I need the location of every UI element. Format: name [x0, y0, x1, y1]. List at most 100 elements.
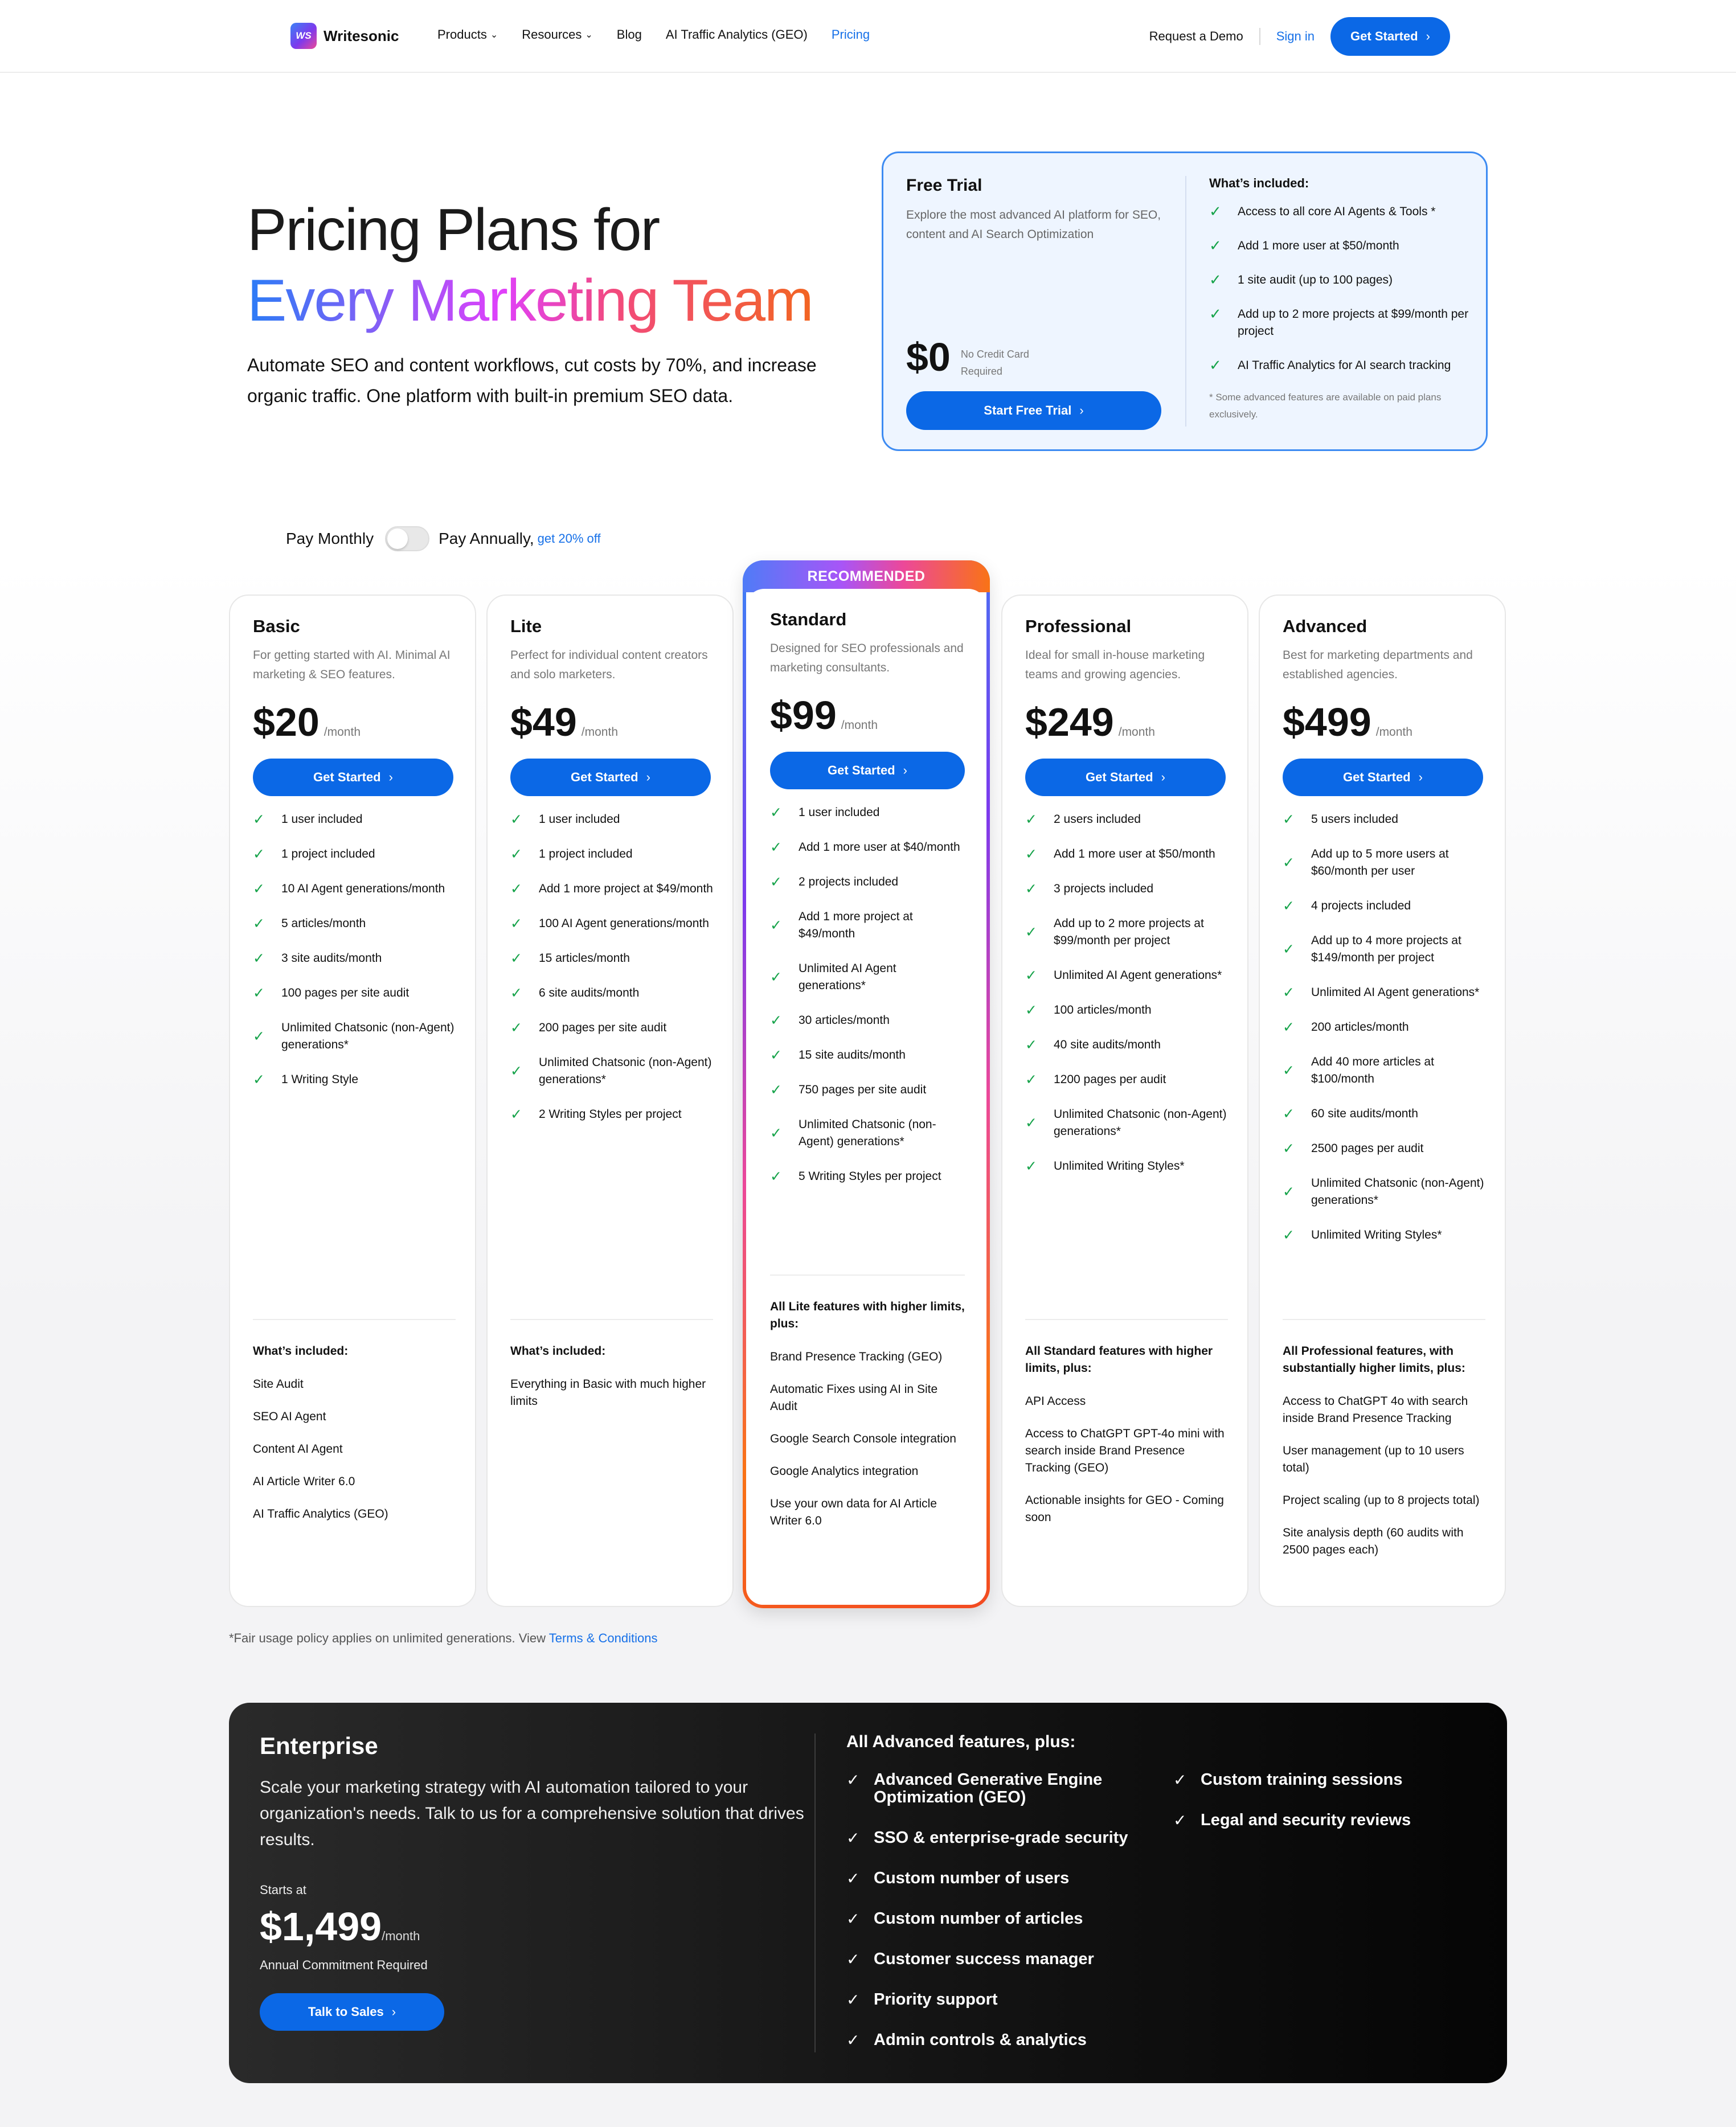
enterprise-description: Scale your marketing strategy with AI au…: [260, 1778, 804, 1849]
nav-link-ai-traffic-analytics[interactable]: AI Traffic Analytics (GEO): [666, 27, 808, 42]
plan-price: $99/month: [770, 692, 965, 738]
plan-feature-list: ✓ 2 users included ✓ Add 1 more user at $50…: [1025, 811, 1228, 1175]
nav-link-products[interactable]: Products ⌄: [437, 27, 498, 42]
free-trial-card: Free Trial Explore the most advanced AI …: [882, 151, 1488, 451]
list-item: ✓ 1 user included: [253, 811, 456, 828]
list-item-text: Unlimited Chatsonic (non-Agent) generati…: [539, 1056, 712, 1086]
list-item-text: 100 pages per site audit: [281, 986, 410, 999]
billing-period-toggle[interactable]: [385, 526, 430, 551]
nav-link-pricing[interactable]: Pricing: [832, 27, 870, 42]
check-icon: ✓: [253, 916, 265, 932]
get-started-button[interactable]: Get Started ›: [770, 752, 965, 789]
plan-included-heading: What’s included:: [510, 1345, 606, 1358]
list-item-text: Legal and security reviews: [1201, 1811, 1411, 1829]
list-item: ✓ Unlimited AI Agent generations*: [1283, 984, 1485, 1001]
list-item-text: Custom number of users: [874, 1869, 1070, 1887]
request-demo-link[interactable]: Request a Demo: [1149, 29, 1243, 44]
check-icon: ✓: [1025, 1002, 1037, 1018]
list-item: ✓ 3 projects included: [1025, 880, 1228, 897]
list-item-text: Add 1 more user at $50/month: [1238, 239, 1399, 252]
list-item: ✓ Access to all core AI Agents & Tools *: [1209, 203, 1471, 220]
get-started-button[interactable]: Get Started ›: [253, 759, 453, 796]
check-icon: ✓: [253, 881, 265, 897]
plan-card-standard: RECOMMENDED Standard Designed for SEO prof…: [743, 560, 990, 1608]
check-icon: ✓: [846, 1771, 860, 1789]
check-icon: ✓: [1025, 1158, 1037, 1174]
list-item: ✓ 60 site audits/month: [1283, 1105, 1485, 1122]
plan-header: Lite Perfect for individual content creat…: [510, 616, 713, 1141]
list-item: Use your own data for AI Article Writer …: [770, 1497, 937, 1527]
list-item: ✓ Add up to 4 more projects at $149/month…: [1283, 932, 1485, 966]
list-item-text: Advanced Generative Engine Optimization …: [874, 1771, 1103, 1806]
plan-included-heading: All Standard features with higher limits…: [1025, 1345, 1213, 1375]
plan-header: Professional Ideal for small in-house mar…: [1025, 616, 1228, 1192]
writesonic-logo[interactable]: WS Writesonic: [290, 23, 399, 49]
list-item-text: 2 projects included: [799, 875, 899, 888]
list-item-text: 15 site audits/month: [799, 1048, 906, 1062]
list-item: ✓ 15 articles/month: [510, 950, 713, 967]
list-item-text: Priority support: [874, 1990, 998, 2009]
start-free-trial-button[interactable]: Start Free Trial ›: [906, 391, 1161, 430]
list-item: Access to ChatGPT GPT-4o mini with searc…: [1025, 1427, 1225, 1474]
nav-link-resources[interactable]: Resources ⌄: [522, 27, 593, 42]
page-title-line-1: Pricing Plans for: [247, 197, 660, 263]
check-icon: ✓: [1283, 1227, 1295, 1243]
list-item-text: 100 AI Agent generations/month: [539, 917, 709, 930]
free-trial-included: What’s included: ✓ Access to all core AI …: [1209, 176, 1471, 423]
list-item: ✓ 6 site audits/month: [510, 985, 713, 1002]
enterprise-features-col-2: ✓ Custom training sessions ✓ Legal and secu…: [1173, 1771, 1469, 1852]
button-label: Get Started: [1350, 29, 1418, 43]
get-started-button[interactable]: Get Started ›: [510, 759, 711, 796]
check-icon: ✓: [1283, 1141, 1295, 1157]
free-trial-summary: Free Trial Explore the most advanced AI …: [906, 176, 1162, 244]
pay-monthly-label[interactable]: Pay Monthly: [286, 530, 374, 548]
list-item: ✓ 200 pages per site audit: [510, 1019, 713, 1036]
list-item-text: Unlimited Chatsonic (non-Agent) generati…: [1054, 1108, 1227, 1138]
chevron-right-icon: ›: [1161, 770, 1165, 784]
check-icon: ✓: [1025, 1115, 1037, 1131]
list-item: Actionable insights for GEO - Coming soo…: [1025, 1494, 1224, 1524]
free-trial-price-note: No Credit Card Required: [960, 349, 1029, 377]
pay-annually-label[interactable]: Pay Annually,: [439, 530, 534, 548]
list-item: Project scaling (up to 8 projects total): [1283, 1494, 1480, 1507]
plan-feature-list: ✓ 1 user included ✓ 1 project included ✓ 10 A…: [253, 811, 456, 1088]
plan-price-amount: $20: [253, 700, 320, 744]
nav-get-started-button[interactable]: Get Started ›: [1330, 17, 1450, 56]
list-item-text: 200 pages per site audit: [539, 1021, 667, 1034]
list-item-text: 1200 pages per audit: [1054, 1073, 1166, 1086]
plan-card-lite: Lite Perfect for individual content creat…: [486, 595, 734, 1607]
talk-to-sales-button[interactable]: Talk to Sales ›: [260, 1993, 444, 2031]
plan-description: Ideal for small in-house marketing teams…: [1025, 649, 1205, 681]
check-icon: ✓: [846, 1910, 860, 1928]
plan-header: Advanced Best for marketing departments a…: [1283, 616, 1485, 1261]
list-item-text: 30 articles/month: [799, 1014, 890, 1027]
list-item: ✓ Custom training sessions: [1173, 1771, 1469, 1789]
chevron-right-icon: ›: [1418, 770, 1423, 784]
check-icon: ✓: [1025, 812, 1037, 827]
list-item: ✓ Admin controls & analytics: [846, 2031, 1143, 2050]
get-started-button[interactable]: Get Started ›: [1025, 759, 1226, 796]
plan-price-amount: $249: [1025, 700, 1114, 744]
list-item: ✓ 1200 pages per audit: [1025, 1071, 1228, 1088]
sign-in-link[interactable]: Sign in: [1276, 29, 1315, 44]
divider: [253, 1319, 456, 1320]
check-icon: ✓: [770, 1169, 782, 1185]
list-item-text: 5 Writing Styles per project: [799, 1170, 941, 1183]
chevron-down-icon: ⌄: [585, 30, 593, 40]
plan-included-heading: What’s included:: [253, 1345, 349, 1358]
get-started-button[interactable]: Get Started ›: [1283, 759, 1483, 796]
plan-price: $49/month: [510, 699, 713, 745]
nav-link-blog[interactable]: Blog: [617, 27, 642, 42]
top-navbar: WS Writesonic Products ⌄ Resources ⌄ Blog …: [0, 0, 1736, 73]
list-item: ✓ Customer success manager: [846, 1950, 1143, 1969]
list-item: ✓ 10 AI Agent generations/month: [253, 880, 456, 897]
list-item-text: Unlimited AI Agent generations*: [1054, 969, 1222, 982]
list-item-text: AI Traffic Analytics for AI search track…: [1238, 359, 1451, 372]
list-item-text: Unlimited Writing Styles*: [1311, 1228, 1442, 1241]
check-icon: ✓: [510, 1106, 522, 1122]
list-item-text: 1 site audit (up to 100 pages): [1238, 273, 1393, 286]
check-icon: ✓: [510, 985, 522, 1001]
list-item: ✓ 1 user included: [510, 811, 713, 828]
terms-conditions-link[interactable]: Terms & Conditions: [549, 1631, 658, 1645]
enterprise-features-heading: All Advanced features, plus:: [846, 1732, 1076, 1751]
